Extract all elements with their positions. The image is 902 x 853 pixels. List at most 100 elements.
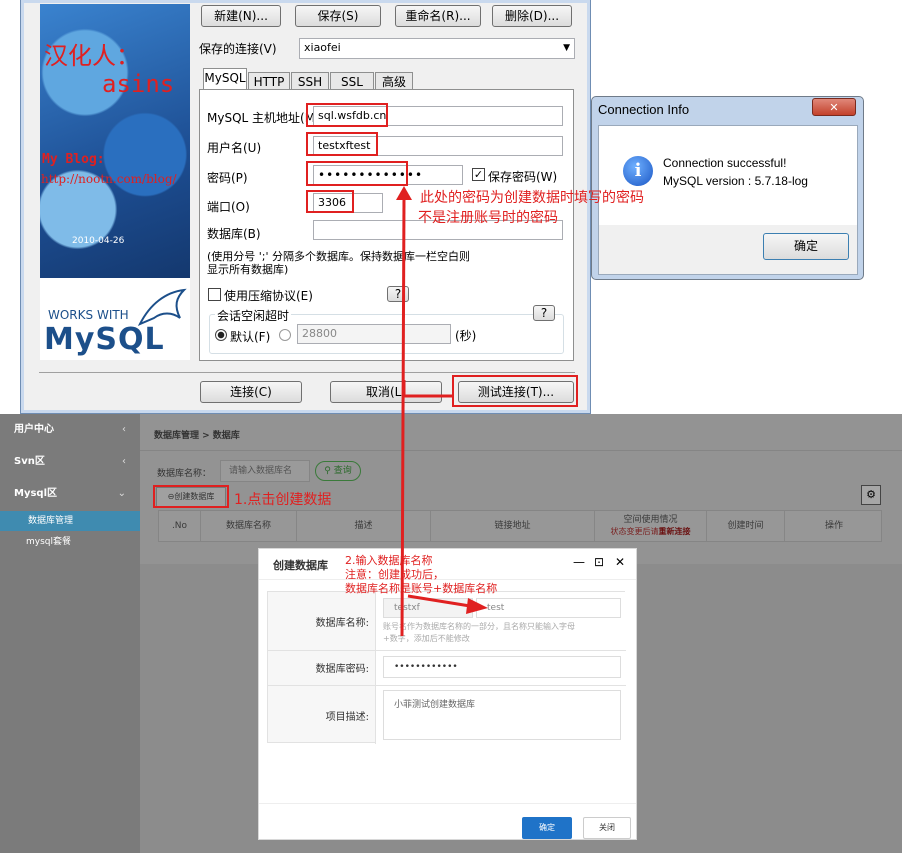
db-name-hint-1: 账号名作为数据库名称的一部分，且名称只能输入字母 bbox=[383, 622, 575, 631]
sidebar-item-mysql[interactable]: Mysql区 ⌄ bbox=[0, 478, 140, 510]
port-label: 端口(O) bbox=[207, 200, 250, 214]
timeout-legend: 会话空闲超时 bbox=[215, 307, 292, 324]
connection-info-title: Connection Info bbox=[598, 102, 690, 117]
compress-help-button[interactable]: ? bbox=[387, 286, 409, 302]
modal-form: 数据库名称: testxf test 账号名作为数据库名称的一部分，且名称只能输… bbox=[267, 591, 626, 744]
db-password-label: 数据库密码: bbox=[315, 664, 369, 675]
custom-radio[interactable] bbox=[279, 329, 291, 341]
password-note-line2: 不是注册账号时的密码 bbox=[418, 210, 558, 226]
default-radio-label: 默认(F) bbox=[230, 330, 271, 344]
user-label: 用户名(U) bbox=[207, 141, 262, 155]
seconds-label: (秒) bbox=[455, 329, 477, 343]
port-highlight bbox=[306, 190, 354, 213]
saved-connection-value: xiaofei bbox=[304, 41, 341, 54]
modal-footer-divider bbox=[259, 803, 636, 804]
sidebar-item-svn[interactable]: Svn区 ‹ bbox=[0, 446, 140, 478]
database-hint-2: 显示所有数据库) bbox=[207, 263, 289, 276]
save-button[interactable]: 保存(S) bbox=[295, 5, 381, 27]
works-with-text: WORKS WITH bbox=[48, 308, 129, 322]
col-name: 数据库名称 bbox=[201, 511, 297, 541]
modal-title: 创建数据库 bbox=[273, 559, 328, 572]
description-textarea[interactable]: 小菲测试创建数据库 bbox=[383, 690, 621, 740]
col-ops: 操作 bbox=[824, 521, 843, 531]
divider bbox=[39, 372, 575, 373]
save-password-label: 保存密码(W) bbox=[488, 170, 558, 184]
separator bbox=[140, 450, 902, 451]
saved-connection-label: 保存的连接(V) bbox=[199, 42, 277, 56]
connection-success-text: Connection successful! bbox=[663, 156, 787, 170]
maximize-icon[interactable]: ⊡ bbox=[594, 555, 604, 569]
modal-close-button[interactable]: 关闭 bbox=[583, 817, 631, 839]
search-icon: ⚲ bbox=[324, 466, 334, 476]
banner-asins: asins bbox=[102, 70, 175, 98]
saved-connection-select[interactable]: xiaofei ▼ bbox=[299, 38, 575, 59]
save-password-checkbox[interactable]: ✓ bbox=[472, 168, 485, 181]
col-link: 链接地址 bbox=[431, 511, 595, 541]
col-created: 创建时间 bbox=[707, 511, 785, 541]
delete-button[interactable]: 删除(D)... bbox=[492, 5, 572, 27]
password-highlight bbox=[306, 161, 408, 186]
sidebar-sub-db-manage[interactable]: 数据库管理 bbox=[0, 511, 140, 531]
search-label: 数据库名称： bbox=[157, 469, 212, 479]
timeout-input[interactable]: 28800 bbox=[297, 324, 451, 344]
sidebar: 用户中心 ‹ Svn区 ‹ Mysql区 ⌄ 数据库管理 mysql套餐 bbox=[0, 414, 140, 853]
close-icon[interactable]: ✕ bbox=[615, 555, 625, 569]
banner-blog: My Blog: bbox=[42, 152, 105, 167]
reconnect-link[interactable]: 重新连接 bbox=[659, 527, 691, 536]
mysql-version-text: MySQL version : 5.7.18-log bbox=[663, 174, 808, 188]
chevron-left-icon: ‹ bbox=[122, 424, 126, 435]
host-highlight bbox=[306, 103, 388, 127]
search-input[interactable]: 请输入数据库名 bbox=[220, 460, 310, 482]
minimize-icon[interactable]: — bbox=[573, 555, 585, 569]
col-usage: 空间使用情况 状态变更后请重新连接 bbox=[595, 511, 707, 541]
db-name-hint-2: +数字，添加后不能修改 bbox=[383, 634, 470, 643]
database-label: 数据库(B) bbox=[207, 227, 261, 241]
cancel-button[interactable]: 取消(L) bbox=[330, 381, 442, 403]
modal-ok-button[interactable]: 确定 bbox=[522, 817, 572, 839]
compress-label: 使用压缩协议(E) bbox=[224, 289, 313, 303]
usage-note: 状态变更后请 bbox=[610, 527, 659, 536]
db-prefix-field: testxf bbox=[383, 598, 473, 618]
user-highlight bbox=[306, 132, 378, 156]
translator-banner: 汉化人： asins My Blog: http://nootn.com/blo… bbox=[40, 4, 190, 360]
sidebar-item-user-center[interactable]: 用户中心 ‹ bbox=[0, 414, 140, 446]
chevron-left-icon: ‹ bbox=[122, 456, 126, 467]
new-button[interactable]: 新建(N)... bbox=[201, 5, 281, 27]
rename-button[interactable]: 重命名(R)... bbox=[395, 5, 481, 27]
default-radio[interactable] bbox=[215, 329, 227, 341]
sidebar-sub-mysql-plan[interactable]: mysql套餐 bbox=[0, 532, 140, 552]
banner-url: http://nootn.com/blog/ bbox=[41, 172, 177, 186]
step2-note-3: 数据库名称是账号+数据库名称 bbox=[345, 582, 498, 595]
banner-date: 2010-04-26 bbox=[72, 236, 125, 246]
password-label: 密码(P) bbox=[207, 171, 248, 185]
db-password-input[interactable]: •••••••••••• bbox=[383, 656, 621, 678]
host-label: MySQL 主机地址(M) bbox=[207, 111, 320, 125]
description-label: 项目描述: bbox=[325, 712, 369, 723]
db-name-label: 数据库名称: bbox=[315, 618, 369, 629]
gear-icon: ⚙ bbox=[866, 488, 876, 501]
banner-han: 汉化人： bbox=[44, 42, 140, 70]
password-note-line1: 此处的密码为创建数据时填写的密码 bbox=[420, 190, 644, 206]
db-name-input[interactable]: test bbox=[476, 598, 621, 618]
test-button-highlight bbox=[452, 375, 578, 407]
chevron-down-icon[interactable]: ▼ bbox=[563, 39, 570, 57]
ok-button[interactable]: 确定 bbox=[763, 233, 849, 260]
database-table-header: .No 数据库名称 描述 链接地址 空间使用情况 状态变更后请重新连接 创建时间… bbox=[158, 510, 882, 542]
settings-gear-button[interactable]: ⚙ bbox=[861, 485, 881, 505]
info-icon: i bbox=[623, 156, 653, 186]
chevron-down-icon: ⌄ bbox=[117, 488, 126, 499]
timeout-help-button[interactable]: ? bbox=[533, 305, 555, 321]
step1-note: 1.点击创建数据 bbox=[234, 492, 332, 508]
tab-mysql[interactable]: MySQL bbox=[203, 68, 247, 89]
query-button[interactable]: ⚲ 查询 bbox=[315, 461, 361, 481]
col-no: .No bbox=[159, 511, 201, 541]
create-button-highlight bbox=[153, 485, 229, 508]
row-divider-1 bbox=[268, 650, 626, 651]
compress-checkbox[interactable] bbox=[208, 288, 221, 301]
breadcrumb: 数据库管理 > 数据库 bbox=[154, 431, 240, 441]
row-divider-2 bbox=[268, 685, 626, 686]
close-icon[interactable]: ✕ bbox=[812, 98, 856, 116]
mysql-logo-text: MySQL bbox=[44, 322, 165, 357]
connect-button[interactable]: 连接(C) bbox=[200, 381, 302, 403]
col-desc: 描述 bbox=[297, 511, 431, 541]
